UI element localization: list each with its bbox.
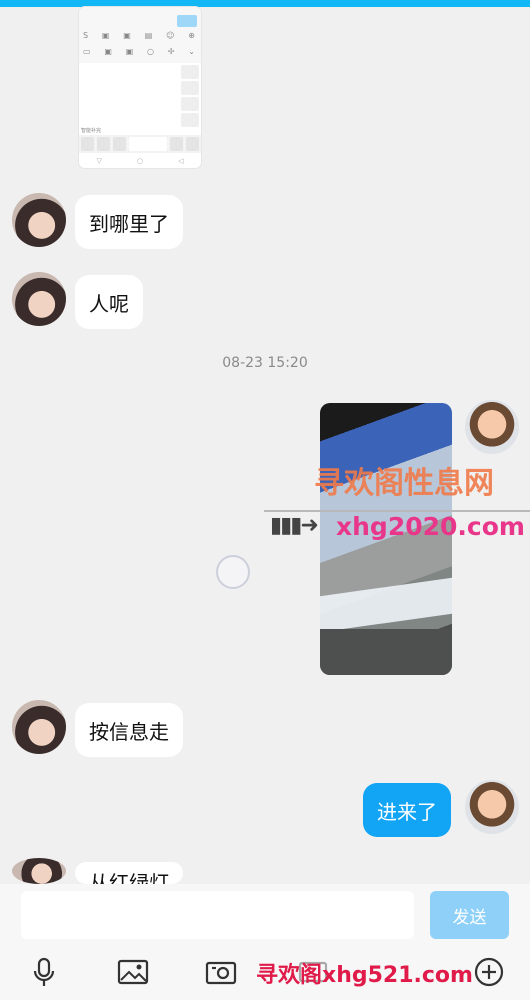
thumb-send-button — [177, 15, 197, 27]
watermark-text: 寻欢阁xhg521.com — [256, 963, 473, 988]
my-avatar[interactable] — [465, 780, 519, 834]
message-text: 人呢 — [89, 291, 129, 316]
message-text: 到哪里了 — [89, 211, 169, 236]
send-button[interactable]: 发送 — [430, 891, 509, 939]
message-input[interactable] — [21, 891, 414, 939]
thumb-icon: ▣ — [125, 47, 134, 56]
thumb-key-column — [181, 65, 199, 129]
thumb-icon: ▭ — [83, 47, 91, 56]
message-timestamp: 08-23 15:20 — [222, 355, 308, 371]
thumb-icon: ▣ — [101, 31, 110, 40]
contact-avatar[interactable] — [12, 858, 66, 884]
watermark-arrow-icon: ▮▮▮➜ — [270, 513, 319, 538]
message-text: 按信息走 — [89, 719, 169, 744]
my-avatar[interactable] — [465, 400, 519, 454]
thumb-icon: ☺ — [166, 31, 175, 40]
thumb-nav-icon: ◁ — [178, 157, 184, 165]
my-message-bubble[interactable]: 进来了 — [363, 783, 451, 837]
photo-fence — [320, 577, 452, 633]
contact-avatar[interactable] — [12, 193, 66, 247]
thumb-icon: ▤ — [144, 31, 153, 40]
thumb-key-row — [79, 135, 201, 153]
message-text: 从红绿灯 — [89, 871, 169, 884]
status-accent-bar — [0, 0, 530, 7]
thumb-icon-row: ▭ ▣ ▣ ○ ✢ ⌄ — [83, 47, 195, 57]
plus-icon[interactable] — [472, 955, 506, 989]
watermark-text: 寻欢阁性息网 — [314, 466, 494, 501]
thumb-nav-bar: ▽ ○ ◁ — [79, 157, 201, 168]
thumb-nav-icon: ▽ — [96, 157, 102, 165]
camera-icon[interactable] — [204, 955, 238, 989]
thumb-icon: ⊕ — [188, 31, 195, 40]
thumb-icon: ▣ — [104, 47, 112, 56]
image-icon[interactable] — [116, 955, 150, 989]
watermark-text: xhg2020.com — [336, 512, 525, 541]
keyboard-screenshot-image[interactable]: S ▣ ▣ ▤ ☺ ⊕ ▭ ▣ ▣ ○ ✢ ⌄ 智能补完 ▽ ○ ◁ — [79, 7, 201, 168]
message-bubble[interactable]: 按信息走 — [75, 703, 183, 757]
contact-avatar[interactable] — [12, 700, 66, 754]
thumb-icon-row: S ▣ ▣ ▤ ☺ ⊕ — [83, 31, 195, 41]
photo-road — [320, 629, 452, 675]
thumb-nav-icon: ○ — [136, 157, 144, 165]
thumb-icon: ▣ — [123, 31, 131, 40]
thumb-icon: S — [83, 31, 89, 40]
thumb-icon: ⌄ — [188, 47, 195, 56]
message-bubble[interactable]: 到哪里了 — [75, 195, 183, 249]
thumb-caption: 智能补完 — [81, 128, 102, 134]
thumb-icon: ✢ — [167, 47, 175, 56]
loading-spinner — [216, 555, 250, 589]
thumb-icon: ○ — [147, 47, 155, 56]
contact-avatar[interactable] — [12, 272, 66, 326]
message-bubble[interactable]: 从红绿灯 — [75, 862, 183, 884]
message-text: 进来了 — [377, 799, 437, 824]
microphone-icon[interactable] — [27, 955, 61, 989]
message-bubble[interactable]: 人呢 — [75, 275, 143, 329]
